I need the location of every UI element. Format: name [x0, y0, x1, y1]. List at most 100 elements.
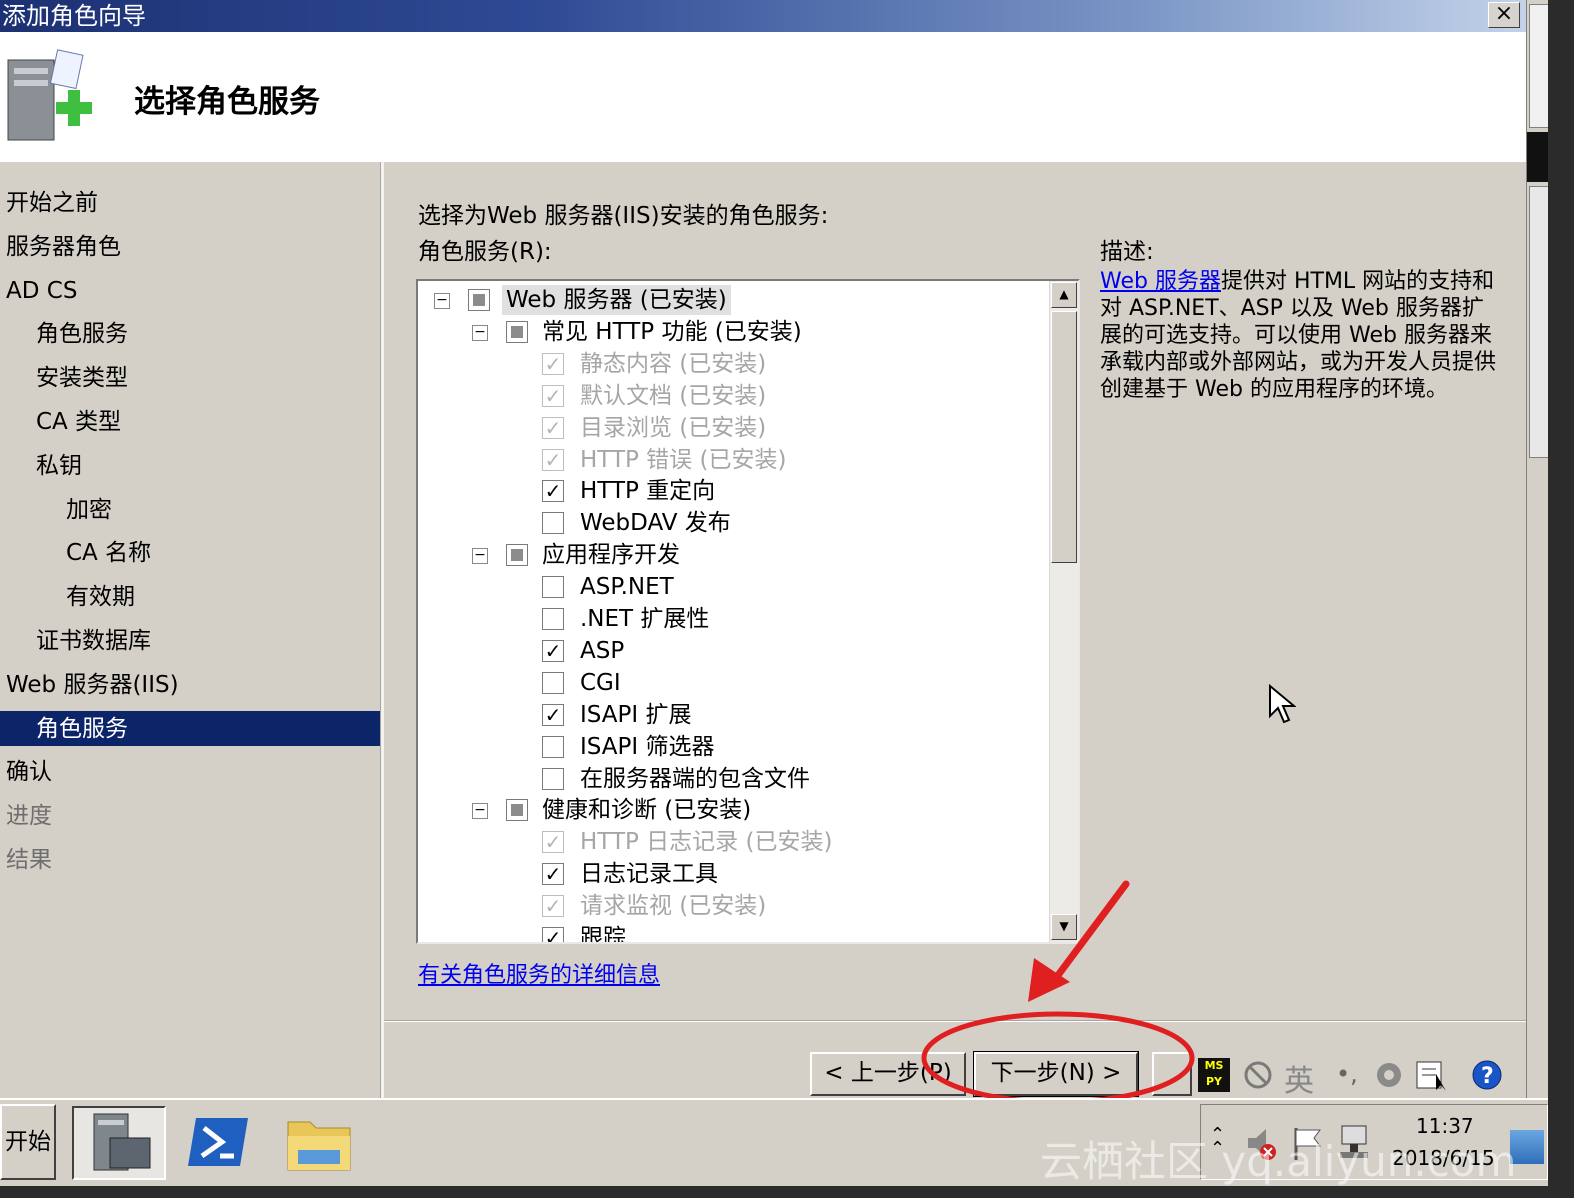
nav-item[interactable]: 证书数据库 [36, 626, 151, 656]
more-info-link[interactable]: 有关角色服务的详细信息 [418, 957, 660, 989]
no-entry-icon[interactable] [1242, 1058, 1274, 1092]
background-scroll-thumb [1529, 4, 1549, 128]
ime-tools-icon[interactable] [1372, 1058, 1406, 1092]
checkbox-unchecked[interactable] [542, 608, 564, 630]
checkbox-checked[interactable]: ✓ [542, 639, 564, 662]
nav-item[interactable]: CA 名称 [66, 538, 151, 568]
collapse-icon[interactable]: − [472, 548, 488, 565]
checkbox-partial[interactable] [468, 289, 490, 311]
collapse-icon[interactable]: − [434, 293, 450, 309]
tree-row[interactable]: ✓ 目录浏览 (已安装) [418, 413, 1048, 445]
tree-row[interactable]: ✓ HTTP 重定向 [418, 476, 1048, 508]
tree-scrollbar[interactable]: ▲ ▼ [1049, 281, 1078, 942]
nav-item[interactable]: AD CS [6, 276, 77, 306]
tree-row-label: 目录浏览 (已安装) [580, 414, 767, 441]
tree-row-label: 日志记录工具 [580, 861, 718, 888]
checkbox-unchecked[interactable] [542, 735, 564, 758]
checkbox-unchecked[interactable] [542, 512, 564, 535]
tree-row[interactable]: − 应用程序开发 [418, 540, 1048, 572]
ime-softkeyboard-icon[interactable] [1414, 1058, 1450, 1092]
checkbox-unchecked[interactable] [542, 576, 564, 599]
tree-row[interactable]: − 健康和诊断 (已安装) [418, 795, 1048, 827]
nav-item[interactable]: CA 类型 [36, 407, 121, 437]
nav-item[interactable]: 私钥 [36, 451, 82, 481]
tree-row[interactable]: ISAPI 筛选器 [418, 732, 1048, 764]
tree-row[interactable]: − 常见 HTTP 功能 (已安装) [418, 317, 1048, 349]
scroll-up-button[interactable]: ▲ [1051, 282, 1077, 308]
nav-item[interactable]: 安装类型 [36, 363, 128, 393]
background-scroll-track [1529, 186, 1549, 458]
ime-language-indicator[interactable]: 英 [1284, 1056, 1314, 1100]
checkbox-checked: ✓ [542, 416, 564, 439]
powershell-icon [188, 1118, 248, 1166]
description-label: 描述: [1100, 239, 1154, 265]
checkbox-partial[interactable] [506, 544, 528, 567]
tree-row-label: 应用程序开发 [542, 542, 680, 569]
nav-item[interactable]: Web 服务器(IIS) [6, 670, 179, 700]
nav-item[interactable]: 角色服务 [36, 714, 128, 744]
tree-row[interactable]: ✓ ASP [418, 636, 1048, 668]
annotation-circle [921, 1011, 1195, 1105]
tree-row-label: 请求监视 (已安装) [580, 893, 767, 920]
tree-row-label: HTTP 日志记录 (已安装) [580, 829, 833, 856]
checkbox-checked: ✓ [542, 352, 564, 375]
background-scrollbar [1526, 0, 1549, 1098]
checkbox-checked[interactable]: ✓ [542, 863, 564, 886]
nav-item[interactable]: 确认 [6, 757, 52, 787]
checkbox-checked: ✓ [542, 831, 564, 854]
window-title: 添加角色向导 [2, 2, 146, 30]
tree-row[interactable]: WebDAV 发布 [418, 508, 1048, 540]
tree-row-label: 跟踪 [580, 925, 626, 944]
tree-row-label: ISAPI 筛选器 [580, 733, 715, 760]
tree-row[interactable]: .NET 扩展性 [418, 604, 1048, 636]
mouse-cursor-icon [1269, 684, 1296, 724]
checkbox-checked: ✓ [542, 384, 564, 407]
nav-item[interactable]: 加密 [66, 495, 112, 525]
tree-row[interactable]: − Web 服务器 (已安装) [418, 285, 1048, 317]
tree-row[interactable]: ✓ HTTP 错误 (已安装) [418, 445, 1048, 477]
intro-text: 选择为Web 服务器(IIS)安装的角色服务: [418, 203, 829, 229]
nav-item[interactable]: 有效期 [66, 582, 135, 612]
tree-row-label: 静态内容 (已安装) [580, 350, 767, 377]
role-services-tree[interactable]: − Web 服务器 (已安装) − 常见 HTTP 功能 (已安装) ✓ 静态内容 (已安… [416, 279, 1080, 944]
checkbox-checked[interactable]: ✓ [542, 927, 564, 942]
tree-row[interactable]: ✓ 默认文档 (已安装) [418, 381, 1048, 413]
nav-item[interactable]: 开始之前 [6, 188, 98, 218]
wizard-header: 选择角色服务 [0, 32, 1526, 163]
nav-item[interactable]: 服务器角色 [6, 232, 121, 262]
scroll-thumb[interactable] [1051, 311, 1077, 563]
checkbox-partial[interactable] [506, 799, 528, 822]
checkbox-partial[interactable] [506, 320, 528, 343]
taskbar-explorer-button[interactable] [284, 1112, 354, 1174]
ime-punct-icon[interactable]: •, [1336, 1060, 1358, 1088]
watermark: 云栖社区 yq.aliyun.com [1040, 1137, 1517, 1186]
checkbox-checked[interactable]: ✓ [542, 703, 564, 726]
tree-row-label: 常见 HTTP 功能 (已安装) [542, 318, 802, 345]
tree-row[interactable]: ASP.NET [418, 572, 1048, 604]
tree-row-label: ASP.NET [580, 574, 674, 601]
tree-row-label: WebDAV 发布 [580, 510, 731, 537]
taskbar-powershell-button[interactable] [186, 1114, 250, 1170]
tree-row[interactable]: ✓ 静态内容 (已安装) [418, 349, 1048, 381]
tree-row[interactable]: 在服务器端的包含文件 [418, 764, 1048, 796]
collapse-icon[interactable]: − [472, 324, 488, 341]
svg-text:?: ? [1481, 1064, 1494, 1089]
checkbox-unchecked[interactable] [542, 767, 564, 790]
close-button[interactable]: × [1488, 2, 1520, 28]
tree-row-label: Web 服务器 (已安装) [502, 285, 731, 315]
nav-item[interactable]: 结果 [6, 845, 52, 875]
tree-row[interactable]: CGI [418, 668, 1048, 700]
start-button[interactable]: 开始 [0, 1104, 56, 1180]
tree-row[interactable]: ✓ HTTP 日志记录 (已安装) [418, 827, 1048, 859]
tree-row-label: .NET 扩展性 [580, 606, 710, 632]
nav-item[interactable]: 进度 [6, 801, 52, 831]
collapse-icon[interactable]: − [472, 803, 488, 820]
annotation-overlay [921, 880, 1195, 1105]
tree-row[interactable]: ✓ ISAPI 扩展 [418, 700, 1048, 732]
checkbox-checked[interactable]: ✓ [542, 480, 564, 503]
taskbar-server-manager-button[interactable] [72, 1106, 166, 1180]
web-server-link[interactable]: Web 服务器 [1100, 269, 1221, 294]
help-icon[interactable]: ? [1470, 1058, 1504, 1092]
checkbox-unchecked[interactable] [542, 671, 564, 694]
nav-item[interactable]: 角色服务 [36, 319, 128, 349]
